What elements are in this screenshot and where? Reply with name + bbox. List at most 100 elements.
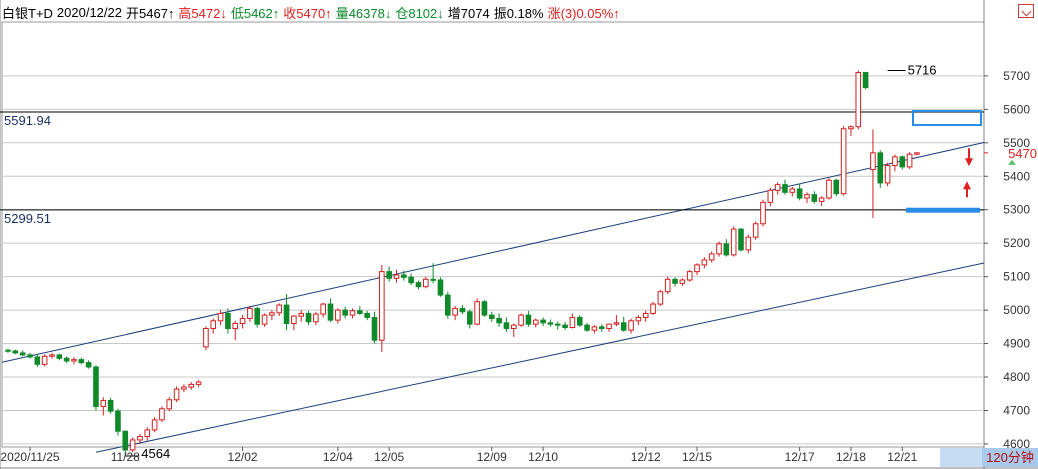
candle-body xyxy=(884,165,891,184)
plot-frame xyxy=(1,21,985,448)
candle-body xyxy=(452,307,458,316)
candle-body xyxy=(496,317,502,324)
kline-chart: 5591.945299.51 57164564 4600470048004900… xyxy=(0,0,1038,469)
candle-body xyxy=(100,399,107,407)
x-tick-label: 2020/11/25 xyxy=(0,450,59,464)
candle-body xyxy=(349,310,356,316)
candle-body xyxy=(540,319,546,324)
candle-body xyxy=(789,188,796,193)
candle-body xyxy=(686,271,693,281)
x-tick-label: 12/12 xyxy=(631,450,661,464)
candle-body xyxy=(914,152,920,155)
candle-body xyxy=(151,419,158,431)
candle-body xyxy=(305,312,312,323)
candle-body xyxy=(628,320,634,331)
candle-body xyxy=(598,326,605,329)
timeframe-selector[interactable]: 120分钟 xyxy=(982,448,1038,467)
candle-body xyxy=(313,313,319,323)
candle-body xyxy=(298,312,304,317)
candle-body xyxy=(716,243,722,255)
candle-body xyxy=(27,354,33,358)
y-tick-label: 5600 xyxy=(1003,102,1030,116)
candle-body xyxy=(357,310,363,314)
candle-body xyxy=(115,410,121,432)
candle-body xyxy=(833,179,840,195)
candle-body xyxy=(664,278,671,293)
candle-body xyxy=(217,312,224,322)
candle-body xyxy=(613,322,620,325)
candle-body xyxy=(93,366,99,407)
candle-body xyxy=(657,291,664,305)
candle-body xyxy=(774,184,781,191)
candle-body xyxy=(254,307,261,325)
candle-body xyxy=(85,362,92,368)
candle-body xyxy=(12,350,19,354)
x-tick-label: 12/10 xyxy=(528,450,558,464)
candle-body xyxy=(694,264,700,273)
candle-body xyxy=(247,307,253,319)
candle-body xyxy=(606,323,612,329)
channel-upper-line xyxy=(1,142,985,363)
candle-body xyxy=(826,179,832,199)
candle-body xyxy=(283,304,290,324)
candle-body xyxy=(554,323,561,326)
candle-body xyxy=(892,156,898,167)
y-tick-label: 4800 xyxy=(1003,370,1030,384)
candle-body xyxy=(591,326,598,331)
candle-body xyxy=(129,439,136,451)
candle-body xyxy=(78,359,85,364)
x-tick-label: 12/18 xyxy=(836,450,866,464)
candle-body xyxy=(518,314,524,326)
candle-body xyxy=(261,314,268,325)
low-label: 4564 xyxy=(141,446,170,461)
candle-body xyxy=(188,383,195,388)
scroll-strip[interactable] xyxy=(940,448,982,467)
candle-body xyxy=(19,352,26,356)
candle-body xyxy=(532,319,539,325)
candle-body xyxy=(840,128,847,195)
candle-body xyxy=(5,349,11,352)
candle-body xyxy=(173,388,180,401)
candle-body xyxy=(481,301,488,316)
candle-body xyxy=(562,324,568,328)
candle-body xyxy=(503,322,510,329)
candle-body xyxy=(738,228,744,251)
x-tick-label: 12/15 xyxy=(682,450,712,464)
candle-body xyxy=(408,276,414,284)
candle-body xyxy=(386,271,392,279)
level-line-lower-label: 5299.51 xyxy=(4,211,51,226)
candle-body xyxy=(848,126,854,130)
candle-body xyxy=(576,316,583,326)
candle-body xyxy=(635,316,642,322)
y-tick-label: 5100 xyxy=(1003,270,1030,284)
x-tick-label: 11/28 xyxy=(111,450,140,464)
candle-body xyxy=(364,312,370,318)
candle-body xyxy=(899,156,906,168)
y-tick-label: 4700 xyxy=(1003,403,1030,417)
candle-body xyxy=(342,309,348,316)
candle-body xyxy=(291,315,297,324)
candle-body xyxy=(870,152,876,171)
candle-body xyxy=(232,322,239,329)
candle-body xyxy=(34,356,41,365)
candle-body xyxy=(107,399,114,412)
y-tick-label: 5400 xyxy=(1003,169,1030,183)
candle-body xyxy=(701,259,708,266)
down-arrow-icon xyxy=(965,148,973,167)
candle-body xyxy=(745,236,752,251)
candle-body xyxy=(379,271,385,341)
candle-body xyxy=(818,197,825,202)
candle-body xyxy=(415,282,422,288)
candle-body xyxy=(181,386,187,390)
y-tick-label: 4900 xyxy=(1003,337,1030,351)
highlight-box xyxy=(912,110,982,127)
candle-body xyxy=(708,253,715,261)
candle-body xyxy=(760,201,766,225)
x-tick-label: 12/02 xyxy=(228,450,258,464)
x-tick-label: 12/17 xyxy=(785,450,815,464)
candle-body xyxy=(474,301,480,325)
candle-body xyxy=(488,314,495,319)
candle-body xyxy=(269,312,275,316)
channel-lower-line xyxy=(95,262,985,453)
candle-body xyxy=(239,317,246,324)
